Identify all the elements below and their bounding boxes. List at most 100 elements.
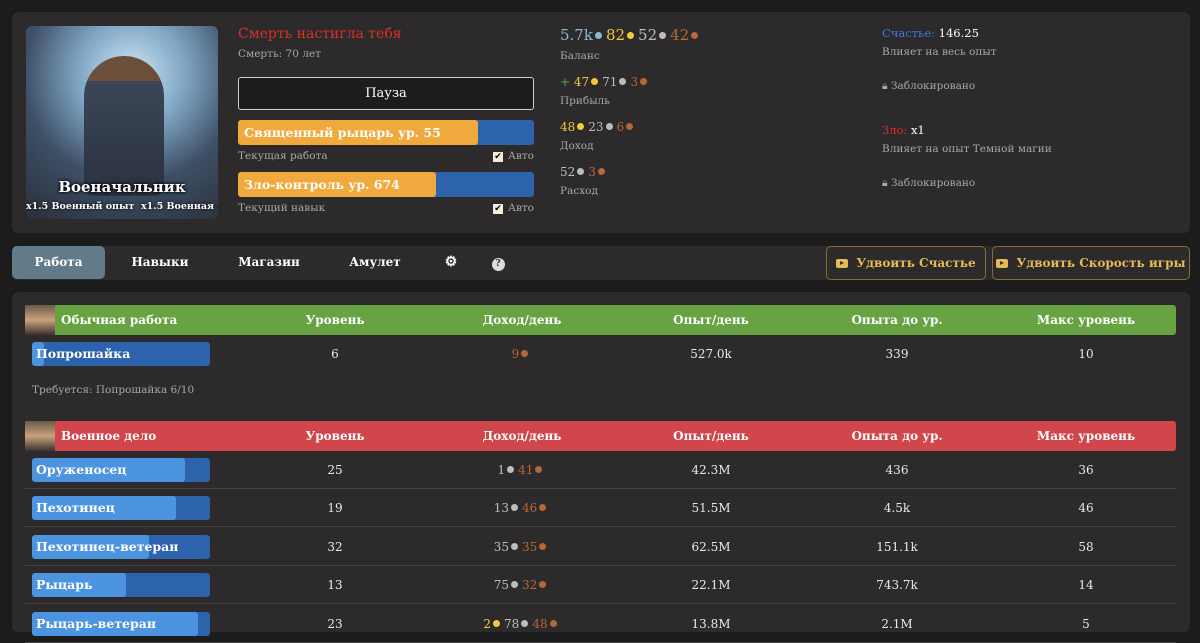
copper-value: 42 — [670, 26, 690, 44]
job-name: Пехотинец — [36, 500, 115, 515]
gear-icon[interactable]: ⚙ — [439, 246, 463, 279]
column-header: Макс уровень — [1036, 313, 1136, 327]
tab-shop[interactable]: Магазин — [224, 246, 314, 279]
coin-icon — [539, 504, 547, 511]
coin-value: 78 — [504, 616, 520, 631]
coin-icon — [521, 350, 529, 357]
lock-icon: 🔒︎ — [882, 177, 888, 189]
character-bonuses: x1.5 Военный опыт x1.5 Военная плата — [26, 201, 218, 212]
coin-icon — [605, 123, 613, 130]
death-title: Смерть настигла тебя — [238, 26, 402, 42]
job-progress-bar[interactable]: Оруженосец — [32, 457, 210, 482]
tab-work[interactable]: Работа — [12, 246, 105, 279]
job-level: 6 — [331, 347, 339, 361]
double-speed-button[interactable]: Удвоить Скорость игры — [992, 246, 1190, 280]
coin-icon — [539, 581, 547, 588]
help-icon[interactable]: ? — [486, 246, 510, 279]
coin-icon — [549, 619, 557, 627]
current-job-bar[interactable]: Священный рыцарь ур. 55 — [238, 120, 534, 145]
character-portrait: Военачальник x1.5 Военный опыт x1.5 Воен… — [26, 26, 218, 219]
category-name: Военное дело — [61, 428, 157, 443]
requirement-text: Требуется: Попрошайка 6/10 — [32, 383, 195, 396]
tab-skills[interactable]: Навыки — [115, 246, 205, 279]
auto-label: Авто — [508, 150, 534, 162]
current-skill-caption: Текущий навык — [238, 202, 326, 214]
coin-icon — [691, 32, 699, 39]
expense-label: Расход — [560, 185, 598, 197]
evil-label: Зло: — [882, 123, 908, 137]
column-header: Уровень — [305, 428, 365, 443]
job-name: Рыцарь — [36, 577, 93, 592]
coin-icon — [591, 78, 599, 85]
job-xp-next: 2.1M — [881, 616, 913, 631]
job-xp: 62.5M — [691, 539, 731, 554]
video-icon — [836, 259, 849, 268]
coin-icon — [511, 504, 518, 511]
job-level: 19 — [327, 501, 343, 515]
coin-icon — [511, 581, 518, 588]
pause-button[interactable]: Пауза — [238, 77, 534, 110]
double-happiness-label: Удвоить Счастье — [856, 256, 976, 270]
coin-icon — [626, 123, 634, 130]
column-header: Опыт/день — [673, 428, 749, 443]
column-header: Доход/день — [482, 313, 562, 327]
job-name: Пехотинец-ветеран — [36, 538, 179, 554]
job-progress-bar[interactable]: Пехотинец — [32, 496, 210, 520]
job-progress-bar[interactable]: Попрошайка — [32, 342, 210, 366]
happiness-label: Счастье: — [882, 26, 936, 40]
warrior-image — [84, 56, 164, 196]
job-level: 32 — [327, 539, 343, 554]
auto-skill-checkbox[interactable]: ✔ Авто — [493, 202, 534, 214]
job-xp: 527.0k — [690, 347, 732, 361]
income: 48 23 6 Доход — [560, 120, 702, 152]
job-progress-bar[interactable]: Пехотинец-ветеран — [32, 534, 210, 559]
coin-value: 75 — [493, 578, 509, 592]
job-xp-next: 743.7k — [876, 578, 918, 592]
tab-amulet[interactable]: Амулет — [330, 246, 420, 279]
category-header: Обычная работа Уровень Доход/день Опыт/день… — [25, 305, 1176, 335]
coin-value: 9 — [511, 347, 520, 361]
column-header: Опыта до ур. — [851, 428, 943, 443]
status-panel: Военачальник x1.5 Военный опыт x1.5 Воен… — [12, 12, 1190, 233]
tab-bar: Работа Навыки Магазин Амулет ⚙ ? Удвоить… — [12, 246, 1190, 280]
current-skill-bar[interactable]: Зло-контроль ур. 674 — [238, 172, 534, 197]
coin-icon — [507, 465, 515, 473]
job-name: Оруженосец — [36, 461, 127, 477]
job-name: Рыцарь-ветеран — [36, 615, 157, 631]
locked-text: Заблокировано — [890, 177, 976, 189]
job-xp: 22.1M — [691, 578, 731, 592]
happiness-locked: 🔒︎ Заблокировано — [882, 80, 1052, 93]
column-header: Макс уровень — [1036, 428, 1136, 443]
coin-icon — [577, 123, 585, 130]
job-progress-bar[interactable]: Рыцарь — [32, 573, 210, 597]
copper-value: 3 — [630, 75, 639, 89]
profit-label: Прибыль — [560, 95, 610, 107]
category-header: Военное дело Уровень Доход/день Опыт/день Оп… — [25, 420, 1176, 451]
coin-value: 41 — [518, 462, 534, 477]
silver-value: 52 — [560, 165, 576, 179]
gold-value: 82 — [605, 26, 626, 44]
check-icon: ✔ — [493, 152, 503, 162]
gold-value: 48 — [560, 120, 576, 134]
job-income: 9 — [442, 335, 602, 373]
lock-icon: 🔒︎ — [882, 80, 888, 92]
job-progress-bar[interactable]: Рыцарь-ветеран — [32, 611, 210, 636]
current-job-label: Священный рыцарь ур. 55 — [244, 125, 441, 140]
coin-value: 46 — [522, 501, 538, 515]
job-income: 35 35 — [442, 528, 602, 566]
coin-value: 13 — [493, 501, 509, 515]
job-level: 13 — [327, 578, 343, 592]
coin-value: 48 — [532, 616, 548, 631]
profit: + 47 71 3 Прибыль — [560, 75, 702, 107]
job-xp-next: 436 — [885, 462, 909, 477]
table-row: Пехотинец-ветеран 32 35 35 62.5M 151.1k 58 — [25, 528, 1176, 566]
job-max: 10 — [1078, 347, 1094, 361]
job-income: 75 32 — [442, 566, 602, 604]
table-row: Рыцарь-ветеран 23 2 78 48 13.8M 2.1M 5 — [25, 605, 1176, 643]
auto-job-checkbox[interactable]: ✔ Авто — [493, 150, 534, 162]
evil-locked: 🔒︎ Заблокировано — [882, 177, 1052, 190]
current-skill-label: Зло-контроль ур. 674 — [244, 177, 400, 192]
double-happiness-button[interactable]: Удвоить Счастье — [826, 246, 986, 280]
evil-desc: Влияет на опыт Темной магии — [882, 143, 1052, 155]
coin-icon — [493, 619, 501, 627]
